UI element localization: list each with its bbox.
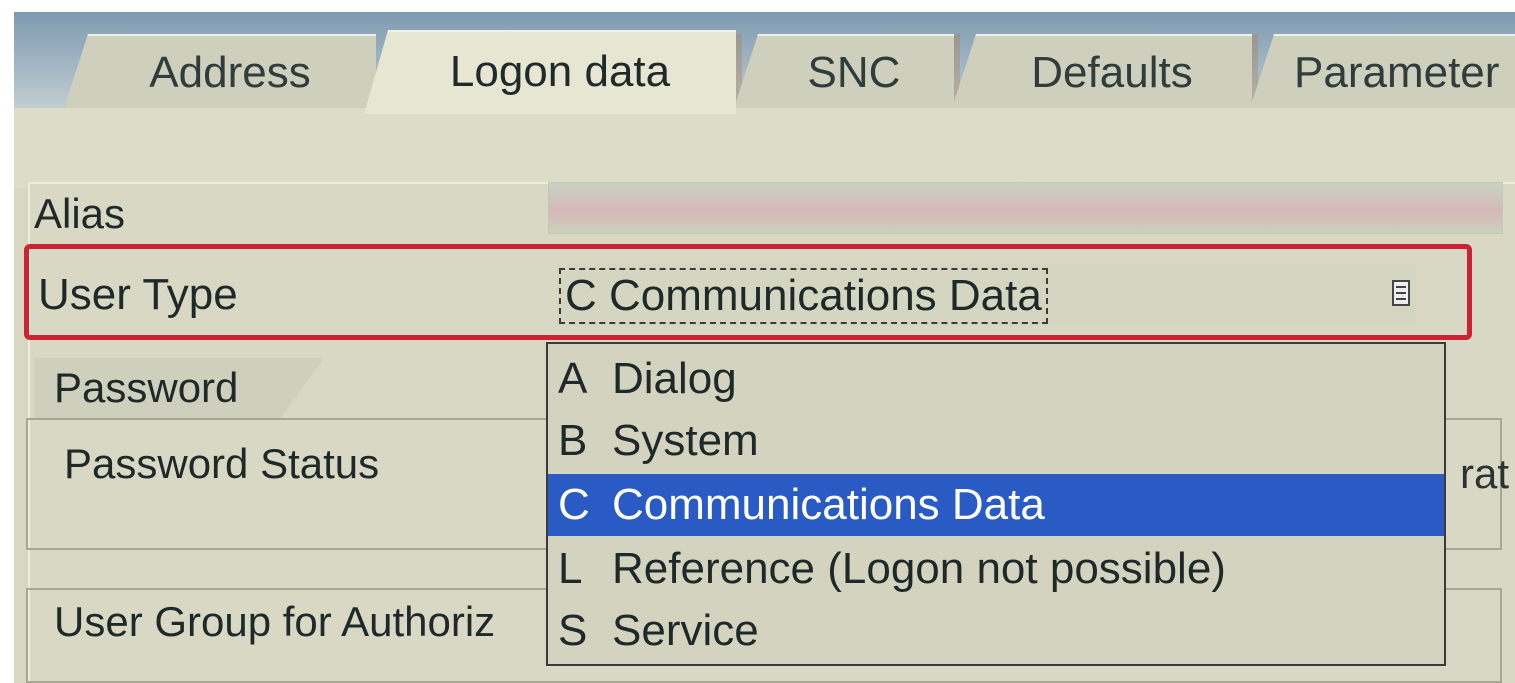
truncated-label: rat	[1460, 450, 1510, 497]
option-service[interactable]: S Service	[548, 600, 1444, 662]
tab-defaults[interactable]: Defaults	[952, 34, 1252, 108]
tab-address[interactable]: Address	[64, 34, 376, 108]
tab-parameters[interactable]: Parameter	[1250, 34, 1515, 108]
tab-strip: Address Logon data SNC Defaults Paramete…	[14, 12, 1515, 114]
content-header-area	[14, 108, 1515, 188]
user-type-value[interactable]: C Communications Data	[559, 268, 1048, 324]
alias-label: Alias	[34, 190, 126, 237]
option-key: S	[558, 606, 588, 655]
option-reference[interactable]: L Reference (Logon not possible)	[548, 538, 1444, 600]
user-type-label: User Type	[38, 270, 238, 319]
option-label: Dialog	[612, 354, 737, 403]
option-label: Service	[612, 606, 759, 655]
password-status-label: Password Status	[64, 440, 380, 487]
option-system[interactable]: B System	[548, 410, 1444, 472]
user-type-options-list: A Dialog B System C Communications Data …	[546, 342, 1446, 666]
option-label: Communications Data	[612, 480, 1045, 529]
option-key: A	[558, 354, 588, 403]
option-label: System	[612, 416, 759, 465]
option-key: C	[558, 480, 590, 529]
tab-logon-data[interactable]: Logon data	[364, 30, 736, 114]
alias-field[interactable]	[548, 182, 1503, 234]
tab-password[interactable]: Password	[34, 358, 324, 418]
option-key: L	[558, 544, 583, 593]
option-key: B	[558, 416, 588, 465]
option-label: Reference (Logon not possible)	[612, 544, 1226, 593]
tab-snc[interactable]: SNC	[734, 34, 954, 108]
auth-group-label: User Group for Authoriz	[54, 598, 496, 645]
dropdown-list-icon[interactable]	[1386, 274, 1416, 312]
option-communications-data[interactable]: C Communications Data	[548, 474, 1444, 536]
option-dialog[interactable]: A Dialog	[548, 348, 1444, 410]
